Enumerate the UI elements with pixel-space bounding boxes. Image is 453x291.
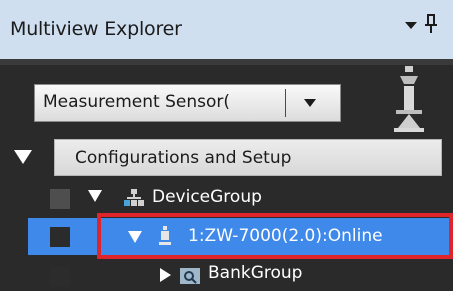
tree-root-configurations[interactable]: Configurations and Setup: [54, 139, 442, 176]
highlight-annotation: [97, 213, 453, 259]
panel-menu-dropdown-icon[interactable]: [405, 22, 417, 29]
device-type-value: Measurement Sensor(: [43, 92, 231, 112]
device-group-checkbox[interactable]: [50, 189, 70, 209]
bank-group-icon: [180, 268, 200, 284]
combo-divider: [285, 89, 286, 117]
measurement-sensor-icon: [394, 66, 424, 132]
panel-title-bar: Multiview Explorer: [0, 0, 453, 59]
sensor-checkbox[interactable]: [50, 227, 70, 247]
bank-group-checkbox[interactable]: [50, 267, 70, 287]
multiview-explorer-panel: Multiview Explorer Measurement Sensor( C…: [0, 0, 453, 291]
pin-icon[interactable]: [423, 13, 439, 35]
tree-item-label[interactable]: BankGroup: [208, 263, 302, 283]
panel-title: Multiview Explorer: [10, 18, 182, 40]
expand-bank-group-icon[interactable]: [160, 268, 171, 282]
device-type-selector[interactable]: Measurement Sensor(: [34, 84, 341, 122]
title-separator: [0, 59, 453, 65]
collapse-root-icon[interactable]: [14, 150, 32, 164]
chevron-down-icon[interactable]: [293, 85, 339, 121]
device-group-icon: [124, 189, 144, 206]
expand-device-group-icon[interactable]: [88, 190, 102, 202]
tree-root-label: Configurations and Setup: [75, 148, 292, 168]
tree-item-label[interactable]: DeviceGroup: [152, 187, 262, 207]
